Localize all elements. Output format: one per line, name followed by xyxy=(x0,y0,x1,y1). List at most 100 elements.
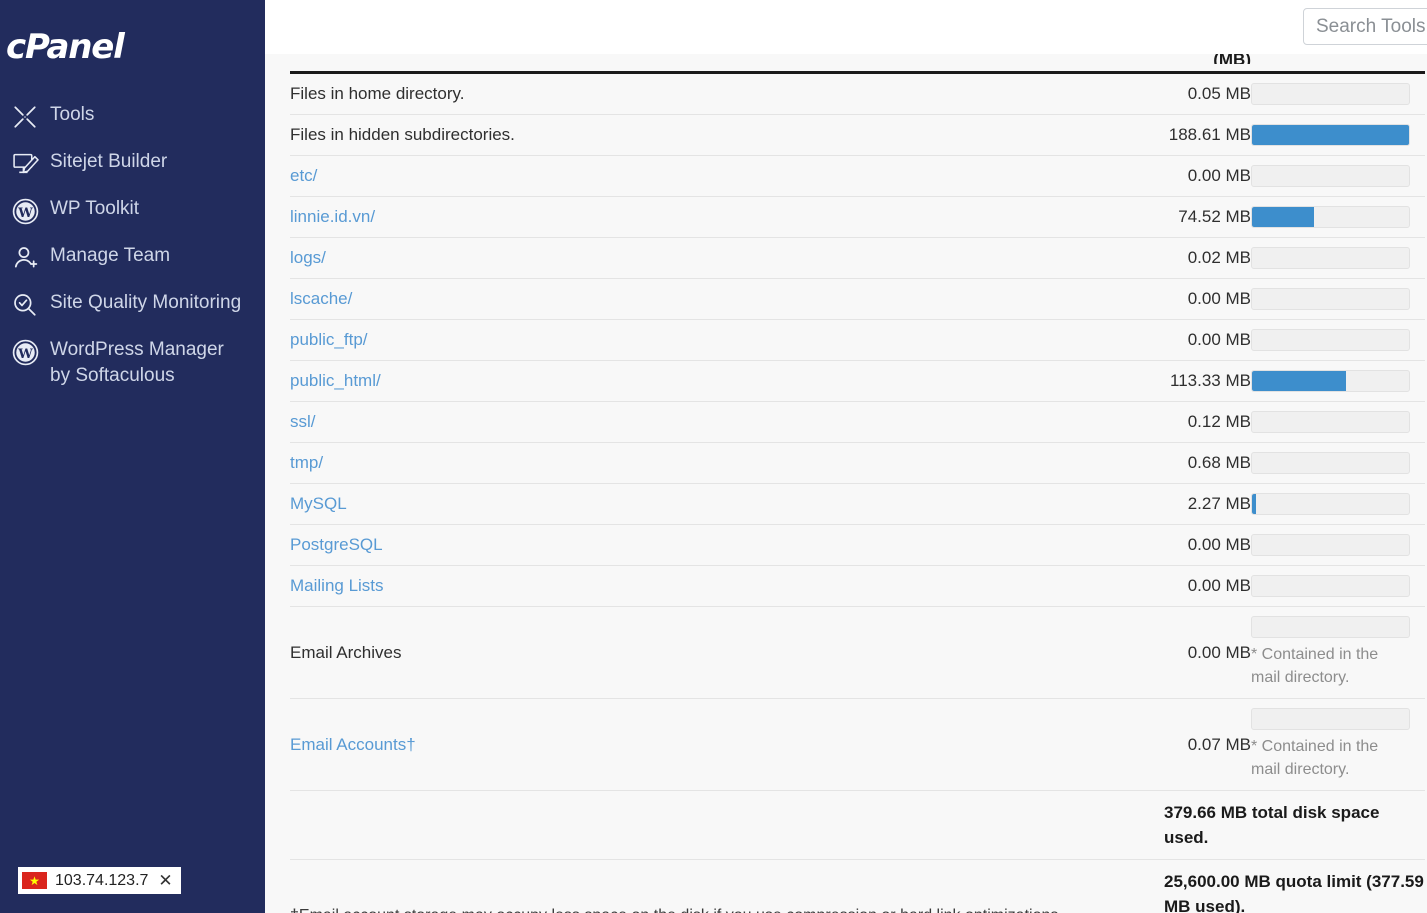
column-header-bar xyxy=(1251,54,1425,74)
summary-text: 379.66 MB total disk space used. xyxy=(1164,790,1425,860)
table-row: ssl/0.12 MB xyxy=(290,401,1425,443)
column-header-size: (MB) xyxy=(1164,54,1251,74)
usage-bar-fill xyxy=(1252,371,1347,391)
cell-usage-bar: * Contained in the mail directory. xyxy=(1251,606,1425,699)
resource-link[interactable]: Mailing Lists xyxy=(290,576,384,595)
usage-bar-track xyxy=(1251,165,1410,187)
footnote-text: †Email account storage may occupy less s… xyxy=(290,906,1410,913)
usage-bar-fill xyxy=(1252,125,1409,145)
usage-bar-track xyxy=(1251,329,1410,351)
usage-note: * Contained in the mail directory. xyxy=(1251,738,1379,778)
usage-bar-track xyxy=(1251,493,1410,515)
summary-row: 379.66 MB total disk space used. xyxy=(290,790,1425,860)
cell-resource-name: Email Accounts† xyxy=(290,698,1164,791)
cell-size-value: 0.00 MB xyxy=(1164,524,1251,566)
resource-link[interactable]: lscache/ xyxy=(290,289,352,308)
search-input[interactable] xyxy=(1303,8,1427,45)
cell-resource-name: Files in hidden subdirectories. xyxy=(290,114,1164,156)
resource-link[interactable]: public_ftp/ xyxy=(290,330,368,349)
cell-size-value: 0.12 MB xyxy=(1164,401,1251,443)
close-icon[interactable]: ✕ xyxy=(156,872,174,889)
summary-row-spacer xyxy=(290,859,1164,913)
cell-size-value: 0.05 MB xyxy=(1164,72,1251,115)
page-root: cPanel Tools Sitejet Builder W WP Toolki… xyxy=(0,0,1427,913)
content-panel: (MB) Files in home directory. 0.05 MB File… xyxy=(265,54,1427,913)
resource-label: Files in hidden subdirectories. xyxy=(290,125,515,144)
table-row: MySQL 2.27 MB xyxy=(290,483,1425,525)
usage-bar-fill xyxy=(1252,494,1256,514)
cell-resource-name: lscache/ xyxy=(290,278,1164,320)
summary-row-spacer xyxy=(290,790,1164,860)
summary-text: 25,600.00 MB quota limit (377.59 MB used… xyxy=(1164,859,1425,913)
usage-bar-track xyxy=(1251,534,1410,556)
usage-bar-track xyxy=(1251,206,1410,228)
usage-bar-track xyxy=(1251,288,1410,310)
cell-usage-bar xyxy=(1251,319,1425,361)
cell-size-value: 188.61 MB xyxy=(1164,114,1251,156)
cell-usage-bar xyxy=(1251,196,1425,238)
resource-link[interactable]: etc/ xyxy=(290,166,317,185)
summary-row: 25,600.00 MB quota limit (377.59 MB used… xyxy=(290,859,1425,913)
disk-usage-table: (MB) Files in home directory. 0.05 MB File… xyxy=(290,54,1425,913)
sidebar-item-manage-team[interactable]: Manage Team xyxy=(0,234,265,281)
cell-usage-bar xyxy=(1251,565,1425,607)
cell-resource-name: ssl/ xyxy=(290,401,1164,443)
usage-bar-track xyxy=(1251,575,1410,597)
resource-link[interactable]: MySQL xyxy=(290,494,347,513)
cell-resource-name: tmp/ xyxy=(290,442,1164,484)
sidebar-item-label: WP Toolkit xyxy=(50,198,140,219)
cell-resource-name: public_ftp/ xyxy=(290,319,1164,361)
cell-resource-name: public_html/ xyxy=(290,360,1164,402)
cell-usage-bar xyxy=(1251,237,1425,279)
table-row: Files in hidden subdirectories. 188.61 MB xyxy=(290,114,1425,156)
resource-link[interactable]: logs/ xyxy=(290,248,326,267)
cell-resource-name: MySQL xyxy=(290,483,1164,525)
cell-usage-bar xyxy=(1251,360,1425,402)
cell-usage-bar xyxy=(1251,524,1425,566)
column-header-name xyxy=(290,54,1164,74)
resource-link[interactable]: Email Accounts† xyxy=(290,735,416,754)
resource-link[interactable]: tmp/ xyxy=(290,453,323,472)
cell-size-value: 0.00 MB xyxy=(1164,155,1251,197)
svg-text:W: W xyxy=(17,206,33,221)
resource-link[interactable]: public_html/ xyxy=(290,371,381,390)
table-row: public_ftp/0.00 MB xyxy=(290,319,1425,361)
cell-size-value: 0.00 MB xyxy=(1164,565,1251,607)
sidebar-item-wordpress-manager[interactable]: W WordPress Manager by Softaculous xyxy=(0,328,265,398)
table-row: logs/0.02 MB xyxy=(290,237,1425,279)
usage-bar-track xyxy=(1251,616,1410,638)
sidebar-item-wp-toolkit[interactable]: W WP Toolkit xyxy=(0,187,265,234)
cell-usage-bar: * Contained in the mail directory. xyxy=(1251,698,1425,791)
resource-link[interactable]: linnie.id.vn/ xyxy=(290,207,375,226)
resource-link[interactable]: ssl/ xyxy=(290,412,316,431)
table-row: Files in home directory. 0.05 MB xyxy=(290,72,1425,115)
tools-icon xyxy=(8,103,42,131)
main-area: (MB) Files in home directory.0.05 MBFile… xyxy=(265,0,1427,913)
table-row: linnie.id.vn/74.52 MB xyxy=(290,196,1425,238)
summary-label: 379.66 MB total disk space used. xyxy=(1164,803,1380,847)
sidebar-item-sitejet-builder[interactable]: Sitejet Builder xyxy=(0,140,265,187)
cpanel-logo[interactable]: cPanel xyxy=(0,18,265,76)
usage-bar-track xyxy=(1251,247,1410,269)
table-row: public_html/113.33 MB xyxy=(290,360,1425,402)
top-bar xyxy=(265,0,1427,54)
cell-size-value: 0.68 MB xyxy=(1164,442,1251,484)
cell-resource-name: linnie.id.vn/ xyxy=(290,196,1164,238)
cell-resource-name: PostgreSQL xyxy=(290,524,1164,566)
sidebar-item-tools[interactable]: Tools xyxy=(0,93,265,140)
table-header-row: (MB) xyxy=(290,54,1425,74)
magnifier-check-icon xyxy=(8,291,42,319)
cell-size-value: 2.27 MB xyxy=(1164,483,1251,525)
resource-label: Email Archives xyxy=(290,642,402,662)
ip-badge[interactable]: ★ 103.74.123.7 ✕ xyxy=(18,867,181,894)
cell-usage-bar xyxy=(1251,114,1425,156)
cell-resource-name: Email Archives xyxy=(290,606,1164,699)
resource-link[interactable]: PostgreSQL xyxy=(290,535,383,554)
cell-size-value: 0.07 MB xyxy=(1164,698,1251,791)
cell-usage-bar xyxy=(1251,401,1425,443)
cell-size-value: 0.00 MB xyxy=(1164,606,1251,699)
sidebar-item-label: Tools xyxy=(50,104,95,125)
sidebar-item-label: Manage Team xyxy=(50,245,171,266)
sidebar-item-site-quality-monitoring[interactable]: Site Quality Monitoring xyxy=(0,281,265,328)
cpanel-logo-text: cPanel xyxy=(6,27,125,67)
